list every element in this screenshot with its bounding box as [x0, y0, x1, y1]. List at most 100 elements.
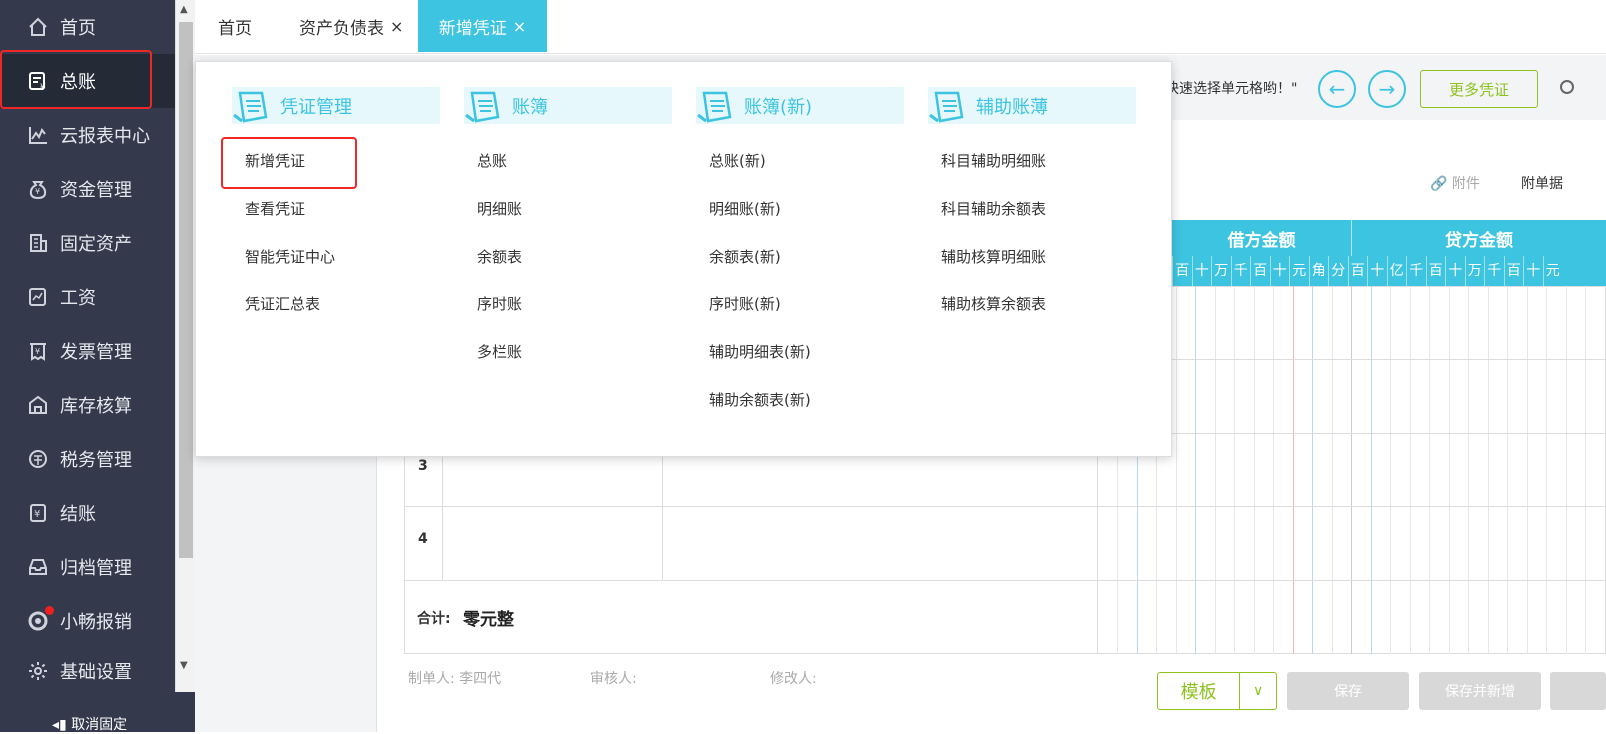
sidebar-scrollbar[interactable]: ▲ ▼	[175, 0, 195, 692]
menu-item-balance-sheet-new[interactable]: 余额表(新)	[709, 246, 781, 267]
digit-column-line	[1331, 286, 1333, 654]
menu-item-smart-voucher-center[interactable]: 智能凭证中心	[245, 246, 335, 267]
menu-item-detail-ledger[interactable]: 明细账	[477, 198, 522, 219]
digit-column-line	[1487, 286, 1489, 654]
digit-label: 百	[1172, 256, 1192, 286]
gear-icon	[25, 658, 51, 684]
menu-item-detail-ledger-new[interactable]: 明细账(新)	[709, 198, 781, 219]
maker-label: 制单人: 李四代	[408, 671, 502, 687]
archive-icon	[25, 554, 51, 580]
menu-item-general-ledger-new[interactable]: 总账(新)	[709, 150, 766, 171]
digit-label: 十	[1191, 256, 1212, 286]
pin-icon: ◂▮	[52, 717, 67, 733]
close-icon[interactable]: ×	[513, 17, 526, 36]
sidebar-item-ledger[interactable]: ¥ 总账	[0, 54, 175, 108]
digit-column-line	[1292, 286, 1294, 654]
scroll-down-icon[interactable]: ▼	[180, 660, 188, 671]
book-icon	[696, 87, 740, 124]
digit-column-line	[1351, 286, 1352, 654]
sidebar-item-invoice[interactable]: ¥ 发票管理	[0, 324, 175, 378]
total-label: 合计:	[417, 611, 451, 627]
scrollbar-thumb[interactable]	[179, 22, 193, 558]
row-number: 4	[418, 531, 428, 547]
reimburse-icon	[25, 606, 54, 634]
digit-label: 十	[1269, 256, 1290, 286]
checkout-icon: ¥	[25, 500, 51, 526]
menu-item-new-voucher[interactable]: 新增凭证	[245, 150, 305, 171]
menu-item-aux-accounting-detail[interactable]: 辅助核算明细账	[941, 246, 1046, 267]
scroll-up-icon[interactable]: ▲	[180, 4, 188, 15]
chevron-down-icon[interactable]: ∨	[1240, 683, 1276, 699]
attached-docs-label: 附单据	[1521, 176, 1563, 192]
tab-new-voucher[interactable]: 新增凭证 ×	[418, 0, 547, 52]
sidebar-item-reimburse[interactable]: 小畅报销	[0, 594, 175, 648]
menu-item-view-voucher[interactable]: 查看凭证	[245, 198, 305, 219]
menu-item-subject-aux-detail[interactable]: 科目辅助明细账	[941, 150, 1046, 171]
more-vouchers-label: 更多凭证	[1448, 80, 1509, 99]
svg-text:¥: ¥	[35, 347, 40, 356]
menu-item-journal-new[interactable]: 序时账(新)	[709, 293, 781, 314]
notification-dot	[45, 606, 54, 615]
prev-voucher-button[interactable]: ←	[1318, 70, 1356, 108]
sidebar-item-archive[interactable]: 归档管理	[0, 540, 175, 594]
clock-icon[interactable]	[1560, 80, 1574, 94]
sidebar-item-label: 固定资产	[60, 234, 132, 255]
sidebar-item-settings[interactable]: 基础设置	[0, 644, 175, 698]
digit-label: 元	[1289, 256, 1309, 286]
modifier-label: 修改人:	[770, 671, 817, 687]
sidebar-item-checkout[interactable]: ¥ 结账	[0, 486, 175, 540]
digit-column-line	[1448, 286, 1450, 654]
sidebar-item-home[interactable]: 首页	[0, 0, 175, 54]
menu-item-aux-detail-new[interactable]: 辅助明细表(新)	[709, 341, 811, 362]
tab-balance-sheet[interactable]: 资产负债表 ×	[299, 0, 419, 52]
menu-item-balance-sheet[interactable]: 余额表	[477, 246, 522, 267]
paperclip-icon: 🔗	[1430, 176, 1448, 192]
sidebar-item-funds[interactable]: ¥ 资金管理	[0, 162, 175, 216]
sidebar-item-inventory[interactable]: 库存核算	[0, 378, 175, 432]
template-dropdown[interactable]: 模板 ∨	[1157, 672, 1277, 710]
sidebar-item-label: 归档管理	[60, 558, 132, 579]
money-icon: ¥	[25, 176, 51, 202]
book-icon	[928, 87, 972, 124]
book-icon	[464, 87, 508, 124]
template-label: 模板	[1180, 682, 1217, 703]
next-voucher-button[interactable]: →	[1368, 70, 1406, 108]
sidebar-item-fixed-assets[interactable]: 固定资产	[0, 216, 175, 270]
tab-home[interactable]: 首页	[195, 0, 275, 52]
svg-text:¥: ¥	[35, 187, 40, 196]
menu-item-aux-balance-new[interactable]: 辅助余额表(新)	[709, 389, 811, 410]
digit-label: 千	[1406, 256, 1426, 286]
row-number: 3	[418, 458, 428, 474]
digit-column-line	[1565, 286, 1567, 654]
digit-label: 万	[1464, 256, 1485, 286]
sidebar-item-salary[interactable]: 工资	[0, 270, 175, 324]
sidebar-item-cloud-report[interactable]: 云报表中心	[0, 108, 175, 162]
menu-item-subject-aux-balance[interactable]: 科目辅助余额表	[941, 198, 1046, 219]
amount-header: 借方金额 贷方金额 百 十 万 千 百 十 元 角 分 百 十 亿 千 百 十 …	[1172, 220, 1606, 286]
unpin-button[interactable]: ◂▮ 取消固定	[52, 714, 127, 734]
sidebar-item-label: 工资	[60, 288, 96, 309]
sidebar-item-label: 库存核算	[60, 396, 132, 417]
more-vouchers-button[interactable]: 更多凭证	[1420, 70, 1538, 108]
menu-section-voucher-management: 凭证管理	[232, 87, 440, 124]
extra-button[interactable]	[1550, 672, 1606, 710]
tab-label: 新增凭证	[438, 18, 507, 39]
digit-column-line	[1585, 286, 1586, 654]
sidebar-item-label: 总账	[60, 72, 96, 93]
attachment-button[interactable]: 🔗 附件	[1430, 173, 1480, 193]
sidebar-item-tax[interactable]: 税务管理	[0, 432, 175, 486]
sidebar-item-label: 发票管理	[60, 342, 132, 363]
arrow-left-icon: ←	[1328, 77, 1346, 101]
menu-item-general-ledger[interactable]: 总账	[477, 150, 507, 171]
menu-section-title: 辅助账薄	[976, 96, 1048, 118]
save-button[interactable]: 保存	[1287, 672, 1409, 710]
menu-item-voucher-summary[interactable]: 凭证汇总表	[245, 293, 320, 314]
close-icon[interactable]: ×	[390, 17, 403, 36]
menu-item-aux-accounting-balance[interactable]: 辅助核算余额表	[941, 293, 1046, 314]
building-icon	[25, 230, 51, 256]
menu-item-journal[interactable]: 序时账	[477, 293, 522, 314]
digit-column-line	[1175, 286, 1177, 654]
save-and-new-button[interactable]: 保存并新增	[1419, 672, 1541, 710]
menu-item-multi-column-ledger[interactable]: 多栏账	[477, 341, 522, 362]
digit-column-line	[1429, 286, 1430, 654]
